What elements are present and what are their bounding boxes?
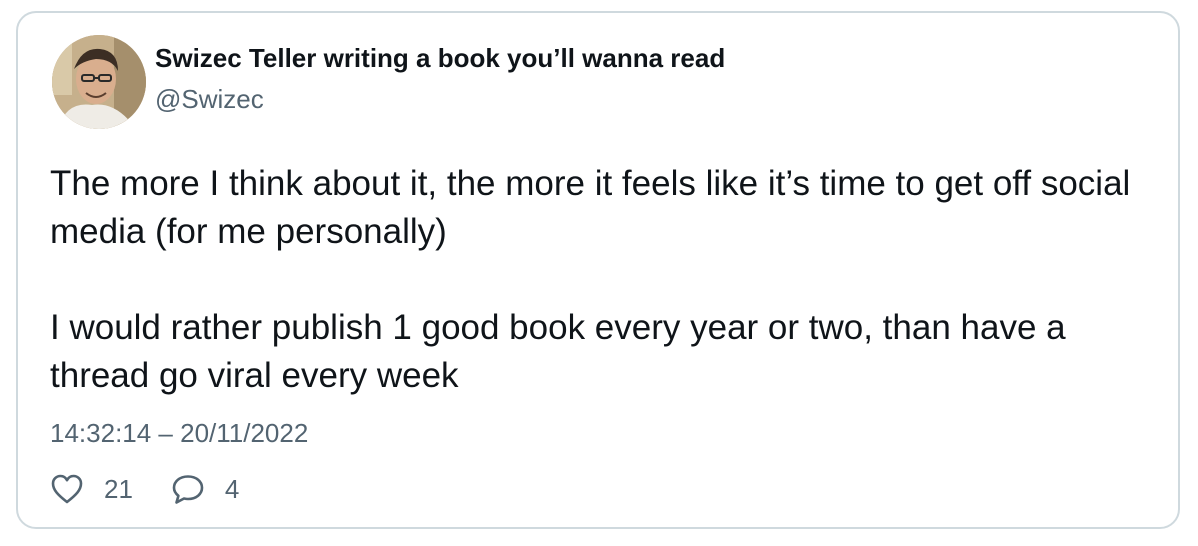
- tweet-card[interactable]: Swizec Teller writing a book you’ll wann…: [16, 11, 1180, 529]
- speech-bubble-icon: [171, 473, 205, 505]
- tweet-timestamp[interactable]: 14:32:14 – 20/11/2022: [50, 417, 308, 449]
- avatar[interactable]: [52, 35, 146, 129]
- reply-button[interactable]: 4: [171, 473, 239, 505]
- tweet-paragraph: The more I think about it, the more it f…: [50, 164, 1131, 251]
- like-button[interactable]: 21: [50, 473, 133, 505]
- tweet-text: The more I think about it, the more it f…: [50, 160, 1160, 400]
- author-display-name[interactable]: Swizec Teller writing a book you’ll wann…: [155, 42, 725, 74]
- author-handle[interactable]: @Swizec: [155, 83, 264, 115]
- tweet-paragraph: I would rather publish 1 good book every…: [50, 308, 1066, 395]
- avatar-photo: [52, 35, 146, 129]
- reply-count: 4: [224, 474, 240, 504]
- like-count: 21: [104, 474, 133, 504]
- tweet-actions: 21 4: [50, 469, 239, 509]
- heart-icon: [50, 473, 84, 505]
